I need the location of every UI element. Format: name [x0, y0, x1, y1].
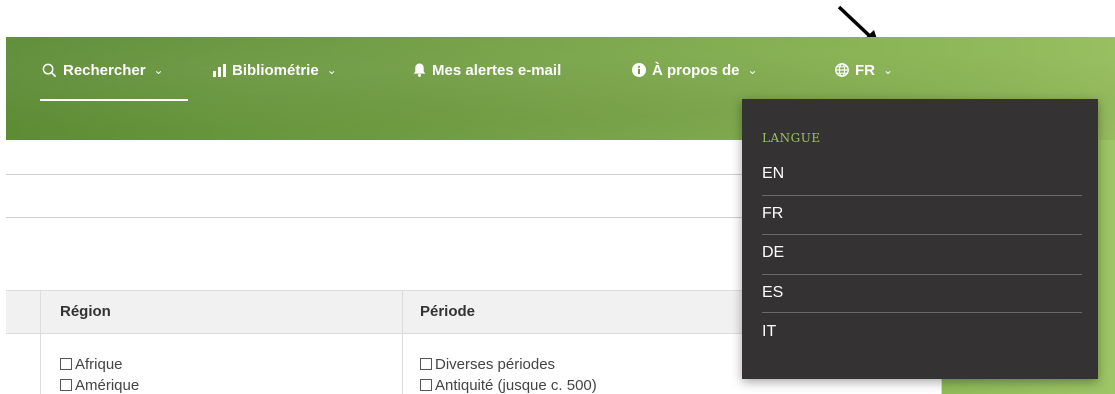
nav-search-label: Rechercher: [63, 61, 146, 79]
chevron-down-icon: ⌄: [153, 63, 164, 77]
checkbox-icon: [60, 379, 72, 391]
language-option-es[interactable]: ES: [762, 274, 1082, 314]
checkbox-icon: [60, 358, 72, 370]
language-option-it[interactable]: IT: [762, 313, 1082, 353]
language-menu-title: LANGUE: [762, 131, 821, 145]
chevron-down-icon: ⌄: [883, 63, 894, 77]
active-tab-underline: [40, 99, 188, 101]
nav-email-alerts[interactable]: Mes alertes e-mail: [413, 59, 561, 81]
language-option-label: ES: [762, 284, 784, 301]
checkbox-period-various[interactable]: Diverses périodes: [420, 356, 555, 373]
chevron-down-icon: ⌄: [747, 63, 758, 77]
divider: [6, 174, 766, 175]
language-option-label: IT: [762, 323, 777, 340]
checkbox-icon: [420, 358, 432, 370]
checkbox-icon: [420, 379, 432, 391]
column-header-region: Région: [60, 303, 111, 320]
bell-icon: [413, 63, 426, 77]
language-option-label: DE: [762, 244, 785, 261]
language-option-en[interactable]: EN: [762, 155, 1082, 195]
checkbox-label: Afrique: [75, 356, 123, 373]
language-option-label: EN: [762, 165, 785, 182]
divider: [6, 217, 766, 218]
nav-bibliometrics-label: Bibliométrie: [232, 61, 319, 79]
checkbox-period-antiquity[interactable]: Antiquité (jusque c. 500): [420, 377, 597, 394]
language-option-de[interactable]: DE: [762, 234, 1082, 274]
globe-icon: [835, 63, 849, 77]
info-icon: [632, 63, 646, 77]
nav-about-label: À propos de: [652, 61, 740, 79]
nav-search[interactable]: Rechercher ⌄: [42, 59, 164, 81]
checkbox-label: Diverses périodes: [435, 356, 556, 373]
language-dropdown-menu: LANGUE EN FR DE ES IT: [742, 99, 1098, 379]
search-icon: [42, 63, 57, 77]
checkbox-region-africa[interactable]: Afrique: [60, 356, 123, 373]
nav-language-label: FR: [855, 61, 875, 79]
nav-bibliometrics[interactable]: Bibliométrie ⌄: [213, 59, 337, 81]
column-divider: [402, 290, 403, 394]
nav-language-selector[interactable]: FR ⌄: [835, 59, 893, 81]
language-option-label: FR: [762, 205, 784, 222]
checkbox-label: Amérique: [75, 377, 140, 394]
column-header-period: Période: [420, 303, 476, 320]
checkbox-region-america[interactable]: Amérique: [60, 377, 139, 394]
nav-about[interactable]: À propos de ⌄: [632, 59, 758, 81]
nav-email-alerts-label: Mes alertes e-mail: [432, 61, 562, 79]
chevron-down-icon: ⌄: [326, 63, 337, 77]
checkbox-label: Antiquité (jusque c. 500): [435, 377, 597, 394]
language-option-fr[interactable]: FR: [762, 195, 1082, 235]
bar-chart-icon: [213, 63, 226, 77]
column-divider: [40, 290, 41, 394]
